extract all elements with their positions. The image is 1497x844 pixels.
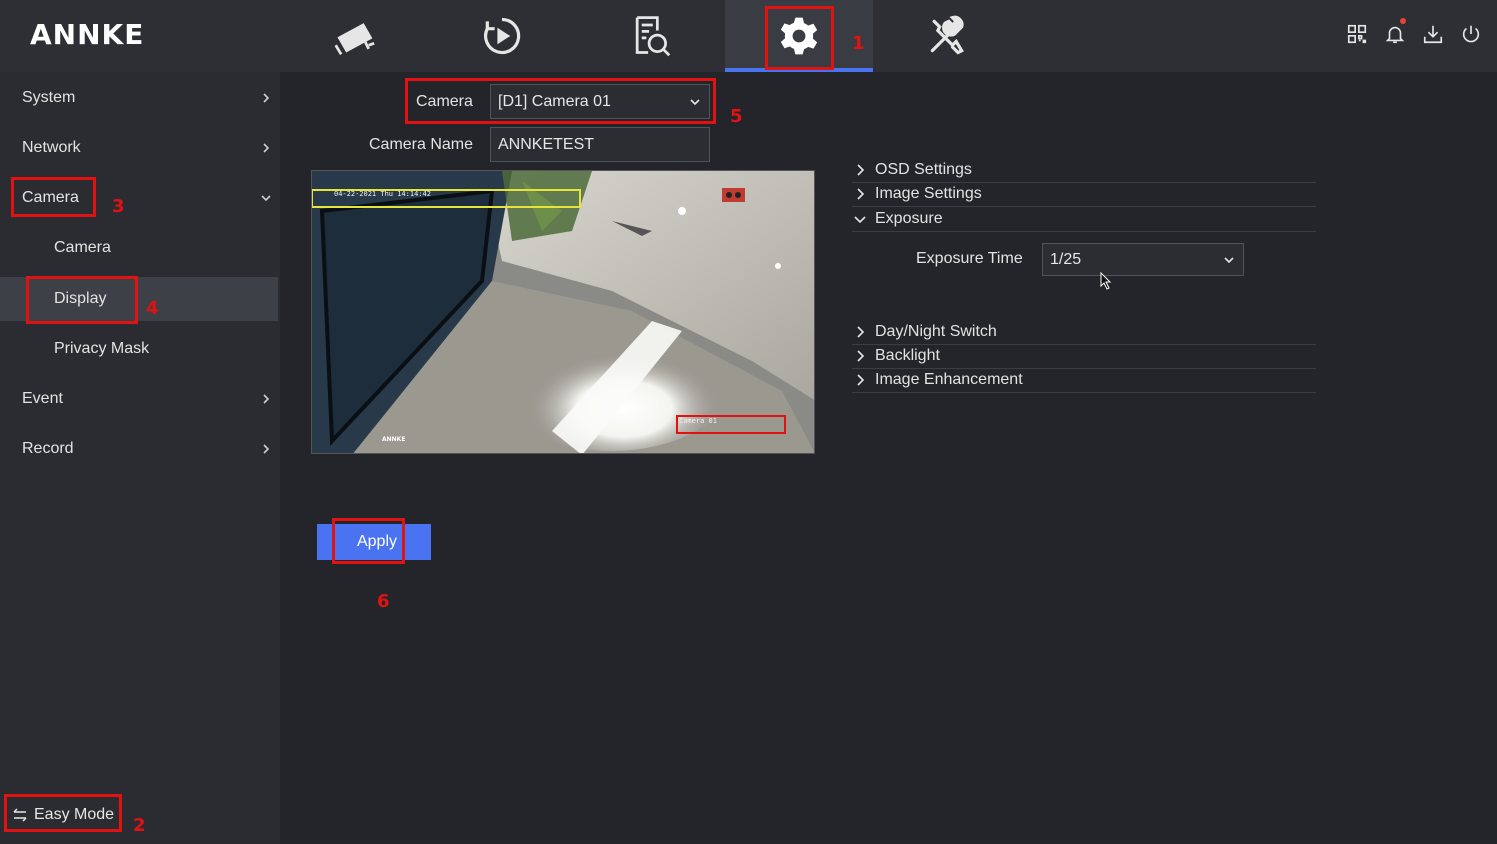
section-label: Backlight	[875, 347, 940, 364]
chevron-right-icon	[263, 143, 270, 153]
download-icon	[1423, 25, 1443, 44]
sidebar-item-label: Network	[22, 139, 81, 156]
chevron-down-icon	[1224, 256, 1234, 263]
camera-select[interactable]: [D1] Camera 01	[490, 84, 710, 119]
section-exposure[interactable]: Exposure	[852, 207, 1316, 232]
swap-icon	[13, 808, 27, 822]
section-day-night-switch[interactable]: Day/Night Switch	[852, 320, 1316, 345]
camera-name-input[interactable]: ANNKETEST	[490, 127, 710, 162]
camera-name-label: Camera Name	[369, 136, 474, 153]
chevron-right-icon	[263, 444, 270, 454]
sidebar-subitem-camera[interactable]: Camera	[0, 224, 280, 272]
qr-code-button[interactable]	[1345, 20, 1369, 48]
section-label: Exposure	[875, 210, 943, 227]
tab-playback[interactable]	[428, 0, 576, 72]
section-label: Day/Night Switch	[875, 323, 997, 340]
camera-icon	[334, 23, 375, 56]
tab-search[interactable]	[576, 0, 724, 72]
playback-icon	[484, 17, 521, 55]
easy-mode-button[interactable]: Easy Mode	[12, 806, 114, 824]
chevron-down-icon	[690, 98, 700, 105]
sidebar-subitem-display[interactable]: Display	[0, 277, 278, 321]
chevron-right-icon	[857, 188, 865, 200]
easy-mode-label: Easy Mode	[34, 806, 115, 823]
chevron-down-icon	[261, 195, 271, 202]
notification-dot	[1400, 18, 1406, 24]
annotation-number-2: 2	[133, 815, 146, 836]
chevron-right-icon	[857, 164, 865, 176]
sidebar-item-label: Privacy Mask	[54, 340, 150, 357]
section-label: OSD Settings	[875, 161, 972, 178]
annotation-number-5: 5	[730, 106, 743, 127]
section-label: Image Enhancement	[875, 371, 1023, 388]
annotation-number-1: 1	[852, 33, 865, 54]
sidebar-item-event[interactable]: Event	[0, 375, 280, 423]
sidebar-item-label: Record	[22, 440, 74, 457]
bell-icon	[1385, 26, 1405, 44]
osd-logo: ANNKE	[382, 436, 405, 443]
sidebar-item-label: Camera	[22, 189, 79, 206]
sidebar-subitem-privacy-mask[interactable]: Privacy Mask	[0, 325, 280, 373]
sidebar-item-network[interactable]: Network	[0, 124, 280, 172]
sidebar-item-camera[interactable]: Camera	[0, 174, 280, 222]
annotation-number-3: 3	[112, 196, 125, 217]
download-button[interactable]	[1421, 20, 1445, 48]
chevron-right-icon	[857, 374, 865, 386]
section-backlight[interactable]: Backlight	[852, 344, 1316, 369]
notification-button[interactable]	[1383, 18, 1407, 48]
sidebar-item-system[interactable]: System	[0, 74, 280, 122]
annke-logo: ANNKE	[30, 18, 145, 51]
tab-maintenance[interactable]	[873, 0, 1021, 72]
camera-label: Camera	[416, 93, 473, 110]
osd-datetime: 04-22-2021 Thu 14:14:42	[334, 190, 431, 198]
osd-camera-name: Camera 01	[679, 417, 717, 425]
chevron-right-icon	[263, 93, 270, 103]
gear-icon	[780, 17, 818, 55]
section-image-enhancement[interactable]: Image Enhancement	[852, 368, 1316, 393]
tab-configuration[interactable]	[725, 0, 873, 72]
camera-name-value: ANNKETEST	[498, 135, 595, 153]
apply-button[interactable]: Apply	[317, 524, 431, 560]
exposure-time-value: 1/25	[1050, 250, 1082, 268]
camera-preview[interactable]: 04-22-2021 Thu 14:14:42 Camera 01 ANNKE	[311, 170, 815, 454]
preview-image: 04-22-2021 Thu 14:14:42 Camera 01 ANNKE	[312, 171, 814, 453]
file-search-icon	[635, 16, 671, 57]
power-icon	[1462, 25, 1480, 43]
chevron-right-icon	[857, 350, 865, 362]
mouse-cursor-icon	[1100, 272, 1112, 290]
tools-icon	[930, 15, 964, 55]
power-button[interactable]	[1459, 20, 1483, 48]
chevron-right-icon	[857, 326, 865, 338]
exposure-time-label: Exposure Time	[916, 250, 1023, 267]
section-label: Image Settings	[875, 185, 982, 202]
qr-code-icon	[1347, 24, 1367, 44]
section-image-settings[interactable]: Image Settings	[852, 182, 1316, 207]
top-bar: ANNKE	[0, 0, 1497, 72]
sidebar-item-label: Event	[22, 390, 63, 407]
chevron-right-icon	[263, 394, 270, 404]
tab-live-view[interactable]	[280, 0, 428, 72]
chevron-down-icon	[854, 216, 866, 224]
sidebar-item-record[interactable]: Record	[0, 425, 280, 473]
section-osd-settings[interactable]: OSD Settings	[852, 158, 1316, 183]
annotation-number-6: 6	[377, 591, 390, 612]
camera-select-value: [D1] Camera 01	[498, 92, 611, 110]
sidebar-item-label: System	[22, 89, 76, 106]
annotation-number-4: 4	[146, 298, 159, 319]
sidebar-item-label: Camera	[54, 239, 111, 256]
sidebar-item-label: Display	[54, 290, 107, 307]
exposure-time-select[interactable]: 1/25	[1042, 243, 1244, 276]
